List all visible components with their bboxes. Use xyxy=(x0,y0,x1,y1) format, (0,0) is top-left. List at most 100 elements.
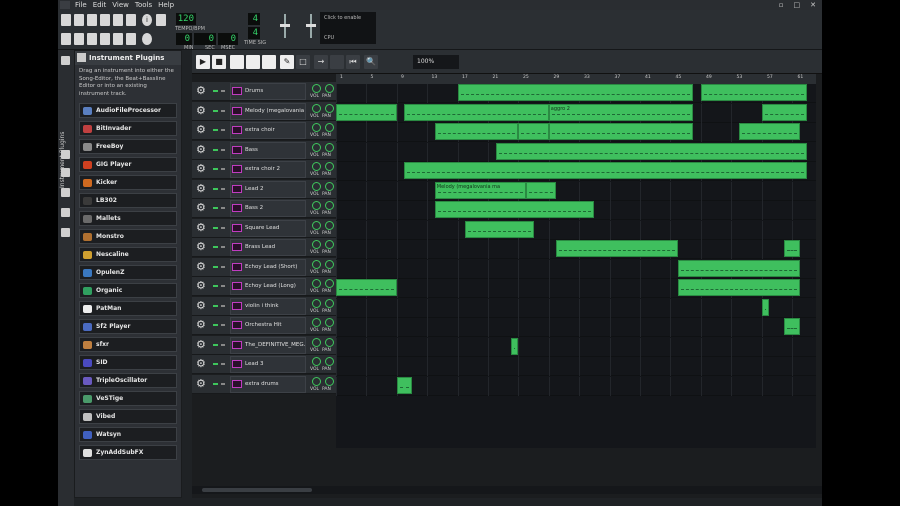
solo-button[interactable] xyxy=(221,187,225,190)
pan-knob[interactable] xyxy=(325,181,334,191)
pan-knob[interactable] xyxy=(325,103,334,113)
pan-knob[interactable] xyxy=(325,337,334,347)
mute-button[interactable] xyxy=(213,285,218,287)
stop-icon[interactable]: ■ xyxy=(212,55,226,69)
pattern-clip[interactable] xyxy=(510,337,519,355)
pan-knob[interactable] xyxy=(325,318,334,327)
save-icon[interactable] xyxy=(113,14,123,26)
pan-knob[interactable] xyxy=(325,142,334,152)
plugin-item[interactable]: Monstro xyxy=(79,229,177,244)
my-projects-tab-icon[interactable] xyxy=(61,150,70,159)
mute-button[interactable] xyxy=(213,168,218,170)
gear-icon[interactable]: ⚙ xyxy=(196,299,208,312)
pan-knob[interactable] xyxy=(325,298,334,308)
close-icon[interactable]: ✕ xyxy=(810,0,816,10)
track-lane[interactable] xyxy=(336,162,816,181)
piano-roll-icon[interactable] xyxy=(87,33,97,45)
plugin-item[interactable]: OpulenZ xyxy=(79,265,177,280)
plugin-item[interactable]: TripleOscillator xyxy=(79,373,177,388)
time-sig-denominator[interactable]: 4 xyxy=(248,27,260,39)
track-lane[interactable] xyxy=(336,142,816,162)
gear-icon[interactable]: ⚙ xyxy=(196,280,208,292)
track-lane[interactable] xyxy=(336,279,816,298)
pattern-clip[interactable]: Melody (megalovania ma xyxy=(434,181,526,199)
gear-icon[interactable]: ⚙ xyxy=(196,358,208,370)
open-project-icon[interactable] xyxy=(87,14,97,26)
pattern-clip[interactable] xyxy=(495,142,808,160)
volume-knob[interactable] xyxy=(312,84,321,93)
timeline-ruler[interactable]: 1 5 9 13 17 21 25 29 33 37 41 45 49 53 57 61 xyxy=(336,74,816,84)
gear-icon[interactable]: ⚙ xyxy=(196,338,208,351)
menu-help[interactable]: Help xyxy=(158,0,174,10)
loop-points-icon[interactable] xyxy=(330,55,344,69)
tempo-display[interactable]: 120 xyxy=(176,13,196,25)
pattern-clip[interactable] xyxy=(336,279,397,296)
my-samples-tab-icon[interactable] xyxy=(61,168,70,177)
gear-icon[interactable]: ⚙ xyxy=(196,182,208,195)
volume-knob[interactable] xyxy=(312,123,321,132)
plugin-item[interactable]: Sf2 Player xyxy=(79,319,177,334)
pan-knob[interactable] xyxy=(325,84,334,93)
track-lane[interactable] xyxy=(336,318,816,337)
menu-edit[interactable]: Edit xyxy=(93,0,107,10)
scrollbar-thumb[interactable] xyxy=(202,488,312,492)
solo-button[interactable] xyxy=(221,90,225,92)
minimize-icon[interactable]: ▫ xyxy=(779,0,784,10)
my-presets-tab-icon[interactable] xyxy=(61,188,70,197)
plugin-item[interactable]: FreeBoy xyxy=(79,139,177,154)
automation-editor-icon[interactable] xyxy=(100,33,110,45)
mute-button[interactable] xyxy=(213,148,218,151)
add-beat-bassline-icon[interactable] xyxy=(230,55,244,69)
volume-knob[interactable] xyxy=(312,240,321,249)
plugin-item[interactable]: PatMan xyxy=(79,301,177,316)
horizontal-scrollbar[interactable] xyxy=(192,486,822,494)
volume-knob[interactable] xyxy=(312,220,321,230)
solo-button[interactable] xyxy=(221,363,225,365)
pattern-clip[interactable] xyxy=(700,84,808,101)
pattern-clip[interactable] xyxy=(404,162,808,179)
draw-mode-icon[interactable]: ✎ xyxy=(280,55,294,69)
beat-bassline-icon[interactable] xyxy=(74,33,84,45)
track-lane[interactable] xyxy=(336,220,816,240)
track-lane[interactable] xyxy=(336,201,816,220)
pan-knob[interactable] xyxy=(325,376,334,386)
solo-button[interactable] xyxy=(221,343,225,346)
solo-button[interactable] xyxy=(221,207,225,209)
plugin-item[interactable]: GIG Player xyxy=(79,157,177,172)
solo-button[interactable] xyxy=(221,168,225,170)
mute-button[interactable] xyxy=(213,90,218,92)
my-home-tab-icon[interactable] xyxy=(61,208,70,217)
gear-icon[interactable]: ⚙ xyxy=(196,104,208,117)
mute-button[interactable] xyxy=(213,207,218,209)
track-lane[interactable] xyxy=(336,298,816,318)
gear-icon[interactable]: ⚙ xyxy=(196,319,208,331)
track-lane[interactable] xyxy=(336,357,816,376)
solo-button[interactable] xyxy=(221,129,225,131)
pan-knob[interactable] xyxy=(325,201,334,210)
pattern-clip[interactable] xyxy=(457,84,694,101)
plugin-item[interactable]: sfxr xyxy=(79,337,177,352)
gear-icon[interactable]: ⚙ xyxy=(196,143,208,156)
track-lane[interactable] xyxy=(336,84,816,103)
gear-icon[interactable]: ⚙ xyxy=(196,85,208,97)
volume-knob[interactable] xyxy=(312,259,321,269)
project-notes-icon[interactable] xyxy=(142,33,152,45)
gear-icon[interactable]: ⚙ xyxy=(196,241,208,253)
pattern-clip[interactable] xyxy=(548,123,694,140)
track-lane[interactable] xyxy=(336,337,816,357)
pan-knob[interactable] xyxy=(325,259,334,269)
volume-knob[interactable] xyxy=(312,103,321,113)
volume-knob[interactable] xyxy=(312,376,321,386)
pan-knob[interactable] xyxy=(325,279,334,288)
volume-knob[interactable] xyxy=(312,318,321,327)
pattern-clip[interactable] xyxy=(738,123,800,140)
mixer-icon[interactable] xyxy=(113,33,123,45)
mute-button[interactable] xyxy=(213,187,218,190)
solo-button[interactable] xyxy=(221,148,225,151)
pan-knob[interactable] xyxy=(325,357,334,366)
pattern-clip[interactable] xyxy=(518,123,549,140)
pan-knob[interactable] xyxy=(325,220,334,230)
pattern-clip[interactable] xyxy=(784,240,800,257)
song-grid[interactable]: 1 5 9 13 17 21 25 29 33 37 41 45 49 53 57 61 aggro 2 Mel… xyxy=(336,74,816,448)
plugin-item[interactable]: Mallets xyxy=(79,211,177,226)
